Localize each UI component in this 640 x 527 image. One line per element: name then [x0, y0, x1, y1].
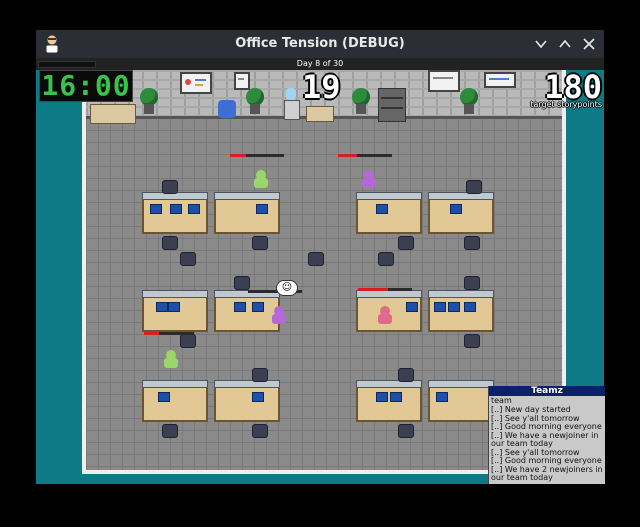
- trashbin-icon: [218, 100, 236, 128]
- worker-green[interactable]: [164, 350, 178, 368]
- worker-purple[interactable]: [272, 306, 286, 324]
- worker-green[interactable]: [254, 170, 268, 188]
- desk[interactable]: [356, 192, 422, 234]
- reception-desk: [90, 104, 136, 124]
- chair: [398, 236, 414, 250]
- tension-fill: [358, 288, 388, 291]
- chair: [252, 368, 268, 382]
- tension-bar: [358, 288, 412, 291]
- desk[interactable]: [214, 290, 280, 332]
- chair: [398, 368, 414, 382]
- desk[interactable]: [428, 192, 494, 234]
- chair: [252, 424, 268, 438]
- chair: [162, 424, 178, 438]
- smiley-icon: ☺: [276, 280, 298, 296]
- game-clock: 16:00: [39, 70, 133, 102]
- tension-bar: [144, 332, 194, 335]
- plant-icon: [246, 88, 264, 116]
- coffee-table: [306, 106, 334, 122]
- chair: [180, 334, 196, 348]
- chevron-up-icon[interactable]: [557, 36, 573, 52]
- chart-poster: [180, 72, 212, 94]
- chair: [378, 252, 394, 266]
- chair: [234, 276, 250, 290]
- chair: [162, 236, 178, 250]
- desk[interactable]: [428, 380, 494, 422]
- day-label: Day 8 of 30: [296, 59, 344, 68]
- chair: [308, 252, 324, 266]
- chat-message: [..] We have a newjoiner in our team tod…: [491, 430, 599, 448]
- chart-poster: [484, 72, 516, 88]
- close-icon[interactable]: [581, 36, 597, 52]
- tension-bar: [230, 154, 284, 157]
- desk[interactable]: [214, 380, 280, 422]
- water-cooler-icon: [284, 88, 300, 120]
- chat-message: [..] We have 2 newjoiners in our team to…: [491, 464, 603, 482]
- desk[interactable]: [142, 290, 208, 332]
- bookshelf: [378, 88, 406, 122]
- chair: [180, 252, 196, 266]
- chair: [252, 236, 268, 250]
- chat-panel[interactable]: Teamz team [..] New day started [..] See…: [488, 386, 605, 484]
- chair: [162, 180, 178, 194]
- chair: [464, 334, 480, 348]
- plant-icon: [352, 88, 370, 116]
- chair: [464, 276, 480, 290]
- whiteboard-poster: [428, 70, 460, 92]
- chair: [466, 180, 482, 194]
- chat-title: Teamz: [489, 386, 605, 396]
- tension-fill: [144, 332, 159, 335]
- chevron-down-icon[interactable]: [533, 36, 549, 52]
- target-storypoints-label: target storypoints: [530, 100, 602, 109]
- window-title: Office Tension (DEBUG): [235, 36, 405, 51]
- desk[interactable]: [356, 380, 422, 422]
- tension-fill: [338, 154, 357, 157]
- desk[interactable]: [142, 192, 208, 234]
- current-storypoints: 19: [302, 68, 341, 106]
- desk[interactable]: [428, 290, 494, 332]
- desk[interactable]: [142, 380, 208, 422]
- chair: [464, 236, 480, 250]
- tension-bar: [338, 154, 392, 157]
- chair: [398, 424, 414, 438]
- desk[interactable]: [214, 192, 280, 234]
- worker-pink[interactable]: [378, 306, 392, 324]
- worker-purple[interactable]: [362, 170, 376, 188]
- plant-icon: [140, 88, 158, 116]
- tension-fill: [230, 154, 247, 157]
- plant-icon: [460, 88, 478, 116]
- window-titlebar: Office Tension (DEBUG): [36, 30, 604, 58]
